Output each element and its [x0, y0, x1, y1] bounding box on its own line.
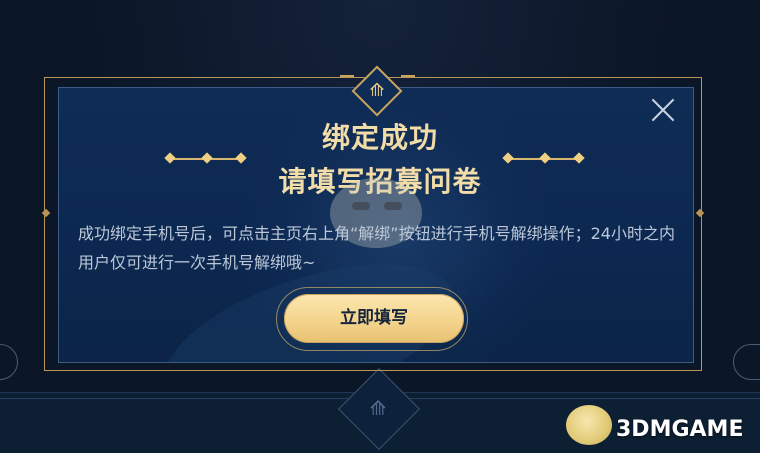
site-mascot-logo-icon	[566, 405, 612, 445]
mascot-eye-icon	[384, 202, 402, 210]
bottom-emblem-glyph-icon: ⟰	[369, 396, 387, 420]
dialog-title: 绑定成功	[321, 121, 438, 154]
mascot-eye-icon	[352, 202, 370, 210]
emblem-wing-left	[340, 75, 354, 77]
site-watermark-logo: 3DMGAME	[566, 405, 756, 445]
dialog-description: 成功绑定手机号后，可点击主页右上角“解绑”按钮进行手机号解绑操作；24小时之内用…	[78, 224, 675, 272]
fill-now-button[interactable]: 立即填写	[284, 294, 464, 343]
site-watermark-text: 3DMGAME	[616, 417, 744, 442]
game-emblem-glyph-icon: ⟰	[369, 80, 385, 101]
emblem-wing-right	[401, 75, 415, 77]
